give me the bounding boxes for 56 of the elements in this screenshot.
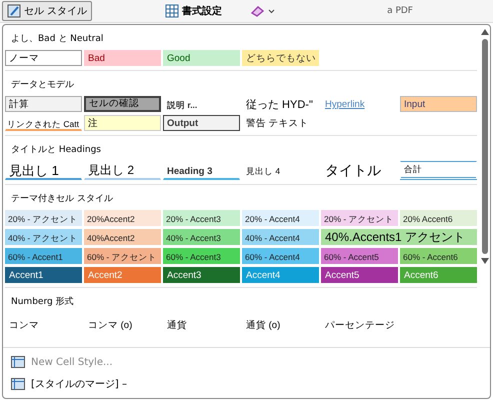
cell-style-swatch[interactable]: 60% - アクセント [84, 248, 161, 264]
cell-style-swatch[interactable]: どちらでもない [242, 50, 319, 66]
cell-style-swatch[interactable]: 20% - アクセント [5, 210, 82, 226]
section-title: データとモデル [10, 79, 75, 92]
cell-style-swatch[interactable]: 従った HYD-" [242, 96, 319, 112]
section-title: Numberg 形式 [10, 296, 75, 309]
cell-style-swatch[interactable]: 見出し 4 [242, 161, 319, 180]
scroll-up-icon[interactable] [480, 29, 488, 35]
cell-style-swatch[interactable]: 60% - Accent1 [5, 248, 82, 264]
cell-style-swatch[interactable]: 注 [84, 115, 161, 131]
cell-style-swatch[interactable]: 20% - Accent4 [242, 210, 319, 226]
table-icon [165, 4, 180, 18]
cell-style-swatch[interactable]: 20% - アクセント [321, 210, 398, 226]
cell-style-swatch[interactable]: コンマ (o) [84, 313, 161, 337]
cell-style-swatch[interactable]: 警告 テキスト [242, 115, 319, 131]
cell-style-swatch[interactable]: Hyperlink [321, 96, 398, 112]
cell-style-swatch[interactable]: 40% - Accent4 [242, 229, 319, 245]
cell-style-swatch[interactable]: Accent1 [5, 267, 82, 283]
cell-style-swatch[interactable]: セルの確認 [84, 96, 161, 112]
cell-style-swatch[interactable]: 40%Accent2 [84, 229, 161, 245]
cell-style-swatch[interactable]: 40% - アクセント [5, 229, 82, 245]
table-icon [11, 356, 25, 368]
cell-style-swatch[interactable]: ノーマ [5, 50, 82, 66]
cell-style-swatch[interactable]: Accent5 [321, 267, 398, 283]
cell-style-swatch[interactable]: パーセンテージ [321, 313, 398, 337]
cell-style-swatch[interactable]: 20% Accent6 [400, 210, 477, 226]
section-title: よし、Bad と Neutral [10, 33, 104, 46]
section-title: タイトルと Headings [10, 144, 102, 157]
cell-style-swatch[interactable]: 40% - Accent3 [163, 229, 240, 245]
cell-style-swatch[interactable]: Accent3 [163, 267, 240, 283]
cell-style-swatch[interactable]: 計算 [5, 96, 82, 112]
cell-style-swatch[interactable]: 説明 r... [163, 96, 240, 112]
cell-style-swatch[interactable]: 20%Accent2 [84, 210, 161, 226]
cell-style-swatch[interactable]: Input [400, 96, 477, 112]
export-pdf-label[interactable]: a PDF [387, 6, 413, 16]
cell-style-swatch[interactable]: 60% - Accent6 [400, 248, 477, 264]
eraser-icon [250, 5, 276, 17]
cell-style-swatch[interactable]: 通貨 [163, 313, 240, 337]
cell-style-swatch[interactable]: 40%.Accents1 アクセント [321, 229, 477, 245]
cell-style-swatch[interactable]: 20% - Accent3 [163, 210, 240, 226]
cell-style-swatch[interactable]: 60% - Accent3 [163, 248, 240, 264]
scroll-down-icon[interactable] [480, 258, 488, 264]
cell-style-swatch[interactable]: Good [163, 50, 240, 66]
cell-style-swatch[interactable]: 通貨 (o) [242, 313, 319, 337]
table-icon [11, 378, 25, 390]
cell-style-swatch[interactable]: Output [163, 115, 240, 131]
cell-style-swatch[interactable]: 60% - Accent5 [321, 248, 398, 264]
cell-style-swatch[interactable]: タイトル [321, 161, 398, 180]
cell-styles-button[interactable]: セル スタイル [2, 1, 92, 21]
cell-styles-icon [7, 4, 21, 18]
cell-style-swatch[interactable]: コンマ [5, 313, 82, 337]
format-button[interactable]: 書式設定 [160, 1, 228, 21]
cell-style-swatch[interactable]: Bad [84, 50, 161, 66]
menu-item[interactable]: [スタイルのマージ] – [11, 373, 482, 395]
section-title: テーマ付きセル スタイル [10, 192, 114, 206]
cell-style-swatch[interactable]: 60% - Accent4 [242, 248, 319, 264]
